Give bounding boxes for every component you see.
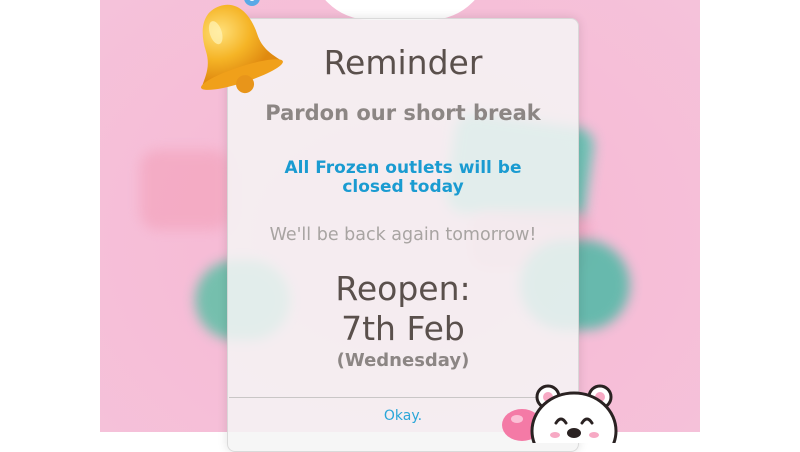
top-decoration [310, 0, 490, 20]
reopen-label: Reopen: [335, 269, 471, 308]
dialog-subtitle: Pardon our short break [265, 101, 541, 125]
reopen-date: 7th Feb [341, 309, 465, 348]
blurred-background-shape [140, 150, 230, 230]
closure-notice-line-1: All Frozen outlets will be [284, 158, 522, 178]
bear-mascot [502, 384, 618, 443]
return-message: We'll be back again tomorrow! [269, 225, 537, 245]
reopen-weekday: (Wednesday) [336, 350, 470, 371]
closure-notice-line-2: closed today [342, 177, 464, 197]
bell-icon [200, 0, 283, 94]
closure-notice: All Frozen outlets will be closed today [228, 159, 578, 197]
reopen-info: Reopen: 7th Feb [228, 269, 578, 349]
